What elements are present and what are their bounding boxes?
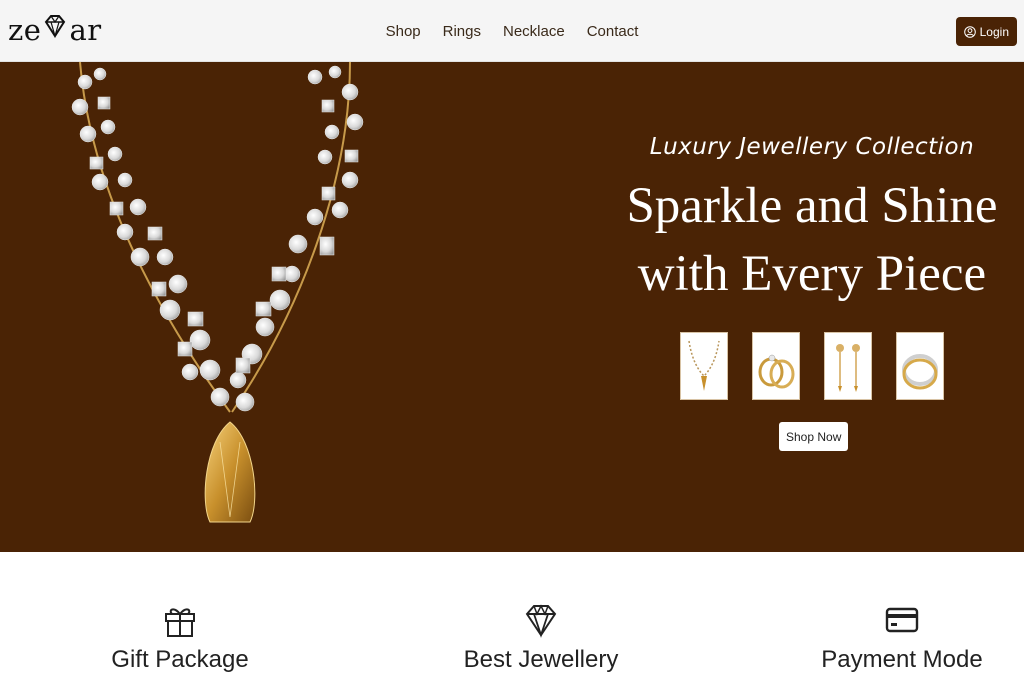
feature-best-jewellery: Best Jewellery [421,602,661,674]
product-thumbnails [680,332,944,400]
feature-payment-mode: Payment Mode [782,602,1022,674]
brand-name-right: ar [69,13,102,47]
features-section: Gift Package Best Jewellery Payment Mode [0,552,1024,683]
thumbnail-bangles[interactable] [896,332,944,400]
hero-title: Sparkle and Shine with Every Piece [600,172,1024,308]
brand-name-left: ze [8,13,42,47]
feature-label: Gift Package [111,646,249,673]
brand-logo[interactable]: ze ar [8,8,102,52]
hero-banner: Luxury Jewellery Collection Sparkle and … [0,62,1024,552]
login-label: Login [979,24,1009,39]
hero-title-line2: with Every Piece [637,246,987,302]
diamond-icon [525,604,557,638]
hero-title-line1: Sparkle and Shine [626,178,998,234]
nav-rings[interactable]: Rings [432,23,492,40]
user-circle-icon [963,25,976,38]
feature-gift-package: Gift Package [60,602,300,674]
diamond-icon [45,15,66,39]
bangles-icon [902,354,938,390]
thumbnail-earrings[interactable] [824,332,872,400]
login-button[interactable]: Login [955,17,1017,46]
rings-icon [758,354,795,389]
nav-shop[interactable]: Shop [375,23,432,40]
nav-contact[interactable]: Contact [576,23,650,40]
necklace-image [71,62,364,523]
navbar: ze ar Shop Rings Necklace Contact Login [0,0,1024,62]
hero-subtitle: Luxury Jewellery Collection [649,134,975,160]
hero-text: Luxury Jewellery Collection Sparkle and … [600,134,1024,308]
thumbnail-necklace[interactable] [680,332,728,400]
main-nav: Shop Rings Necklace Contact [0,0,1024,62]
earrings-icon [836,344,860,392]
credit-card-icon [885,607,919,633]
gift-icon [165,608,195,637]
necklace-icon [688,340,720,391]
feature-label: Payment Mode [821,646,983,673]
feature-label: Best Jewellery [463,646,619,673]
nav-necklace[interactable]: Necklace [492,23,576,40]
thumbnail-rings[interactable] [752,332,800,400]
shop-now-button[interactable]: Shop Now [779,422,849,451]
